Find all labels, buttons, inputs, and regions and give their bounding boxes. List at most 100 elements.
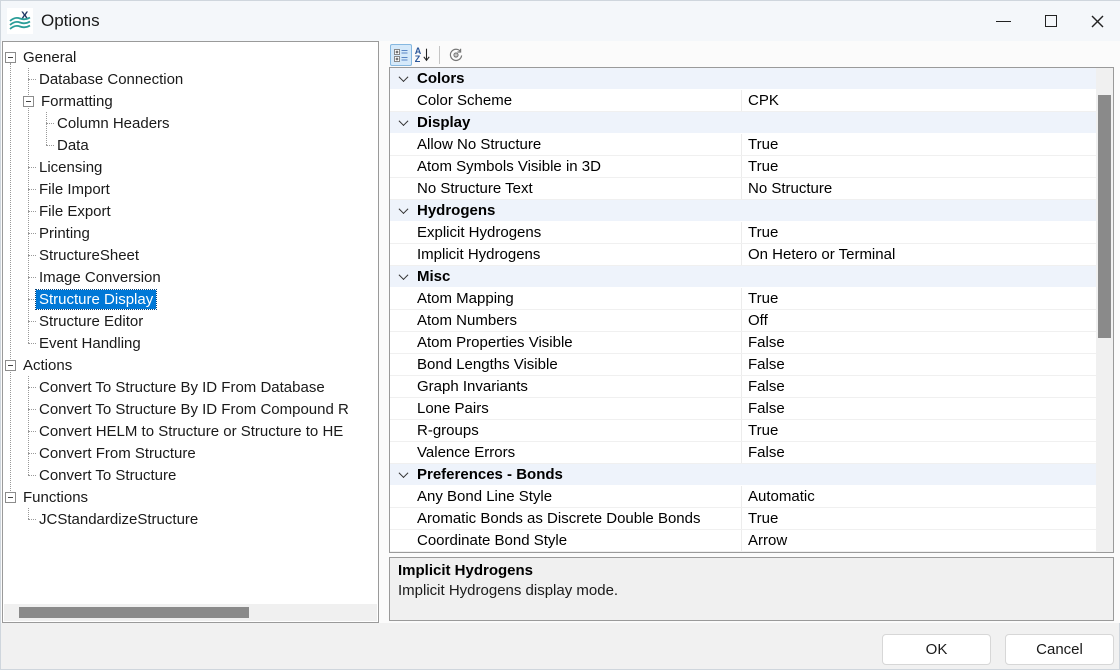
property-row-graph-invariants[interactable]: Graph InvariantsFalse xyxy=(390,376,1096,398)
property-value[interactable]: Arrow xyxy=(742,530,1096,551)
tree-connector xyxy=(28,299,36,300)
property-value[interactable]: False xyxy=(742,354,1096,375)
tree-item-image-conversion[interactable]: Image Conversion xyxy=(3,266,377,288)
tree-item-structure-display[interactable]: Structure Display xyxy=(3,288,377,310)
property-value[interactable]: True xyxy=(742,288,1096,309)
property-row-any-bond-line-style[interactable]: Any Bond Line StyleAutomatic xyxy=(390,486,1096,508)
tree-item-jcstandardizestructure[interactable]: JCStandardizeStructure xyxy=(3,508,377,530)
category-label: Colors xyxy=(417,68,465,89)
tree-item-formatting[interactable]: Formatting xyxy=(3,90,377,112)
chevron-down-icon[interactable] xyxy=(390,200,417,221)
tree-item-column-headers[interactable]: Column Headers xyxy=(3,112,377,134)
categorized-button[interactable] xyxy=(390,44,412,66)
property-value[interactable]: On Hetero or Terminal xyxy=(742,244,1096,265)
property-row-color-scheme[interactable]: Color SchemeCPK xyxy=(390,90,1096,112)
tree-connector xyxy=(28,277,36,278)
tree-horizontal-scrollbar-thumb[interactable] xyxy=(19,607,249,618)
property-grid: ColorsColor SchemeCPKDisplayAllow No Str… xyxy=(389,67,1114,553)
ok-button[interactable]: OK xyxy=(882,634,991,665)
alphabetical-sort-button[interactable]: A Z xyxy=(412,44,434,66)
tree-item-printing[interactable]: Printing xyxy=(3,222,377,244)
property-value[interactable]: True xyxy=(742,156,1096,177)
category-row-preferences-bonds[interactable]: Preferences - Bonds xyxy=(390,464,1096,486)
property-row-explicit-hydrogens[interactable]: Explicit HydrogensTrue xyxy=(390,222,1096,244)
tree-connector xyxy=(28,431,36,432)
tree-item-general[interactable]: General xyxy=(3,46,377,68)
property-row-no-structure-text[interactable]: No Structure TextNo Structure xyxy=(390,178,1096,200)
property-value[interactable]: False xyxy=(742,442,1096,463)
chevron-down-icon[interactable] xyxy=(390,112,417,133)
property-value[interactable]: True xyxy=(742,222,1096,243)
tree-item-data[interactable]: Data xyxy=(3,134,377,156)
property-value[interactable]: False xyxy=(742,332,1096,353)
collapse-toggle-icon[interactable] xyxy=(23,96,34,107)
tree-item-label: Database Connection xyxy=(36,70,186,89)
tree-item-licensing[interactable]: Licensing xyxy=(3,156,377,178)
tree-item-actions[interactable]: Actions xyxy=(3,354,377,376)
svg-text:X: X xyxy=(21,10,29,22)
collapse-toggle-icon[interactable] xyxy=(5,52,16,63)
options-tree: General Database ConnectionFormattingColu… xyxy=(3,46,377,530)
cancel-button[interactable]: Cancel xyxy=(1005,634,1114,665)
maximize-button[interactable] xyxy=(1027,1,1074,41)
options-tree-panel: General Database ConnectionFormattingColu… xyxy=(2,41,379,623)
property-value[interactable]: False xyxy=(742,376,1096,397)
tree-item-structuresheet[interactable]: StructureSheet xyxy=(3,244,377,266)
chevron-down-icon[interactable] xyxy=(390,464,417,485)
tree-item-functions[interactable]: Functions xyxy=(3,486,377,508)
property-row-aromatic-bonds-as-discrete-double-bonds[interactable]: Aromatic Bonds as Discrete Double BondsT… xyxy=(390,508,1096,530)
category-row-misc[interactable]: Misc xyxy=(390,266,1096,288)
reset-button[interactable] xyxy=(445,44,467,66)
tree-item-file-import[interactable]: File Import xyxy=(3,178,377,200)
property-value[interactable]: Off xyxy=(742,310,1096,331)
tree-item-convert-to-structure[interactable]: Convert To Structure xyxy=(3,464,377,486)
close-button[interactable] xyxy=(1074,1,1120,41)
grid-vertical-scrollbar[interactable] xyxy=(1096,68,1113,552)
tree-item-convert-from-structure[interactable]: Convert From Structure xyxy=(3,442,377,464)
tree-item-event-handling[interactable]: Event Handling xyxy=(3,332,377,354)
property-row-atom-properties-visible[interactable]: Atom Properties VisibleFalse xyxy=(390,332,1096,354)
tree-item-convert-to-structure-by-id-from-database[interactable]: Convert To Structure By ID From Database xyxy=(3,376,377,398)
description-panel: Implicit Hydrogens Implicit Hydrogens di… xyxy=(389,557,1114,621)
toolbar-separator xyxy=(439,46,440,64)
property-value[interactable]: True xyxy=(742,134,1096,155)
property-row-coordinate-bond-style[interactable]: Coordinate Bond StyleArrow xyxy=(390,530,1096,552)
app-icon: X xyxy=(7,8,33,34)
chevron-down-icon[interactable] xyxy=(390,266,417,287)
minimize-button[interactable] xyxy=(980,1,1027,41)
property-row-lone-pairs[interactable]: Lone PairsFalse xyxy=(390,398,1096,420)
property-row-atom-symbols-visible-in-3d[interactable]: Atom Symbols Visible in 3DTrue xyxy=(390,156,1096,178)
category-row-display[interactable]: Display xyxy=(390,112,1096,134)
minimize-icon xyxy=(996,21,1011,22)
property-value[interactable]: True xyxy=(742,508,1096,529)
grid-vertical-scrollbar-thumb[interactable] xyxy=(1098,95,1111,338)
tree-connector xyxy=(46,123,54,124)
property-row-atom-mapping[interactable]: Atom MappingTrue xyxy=(390,288,1096,310)
property-row-implicit-hydrogens[interactable]: Implicit HydrogensOn Hetero or Terminal xyxy=(390,244,1096,266)
tree-item-convert-helm-to-structure-or-structure-to-he[interactable]: Convert HELM to Structure or Structure t… xyxy=(3,420,377,442)
tree-item-structure-editor[interactable]: Structure Editor xyxy=(3,310,377,332)
chevron-down-icon[interactable] xyxy=(390,68,417,89)
chevron-glyph xyxy=(399,468,409,478)
collapse-toggle-icon[interactable] xyxy=(5,492,16,503)
reset-icon xyxy=(448,47,464,63)
property-value[interactable]: False xyxy=(742,398,1096,419)
category-row-colors[interactable]: Colors xyxy=(390,68,1096,90)
collapse-toggle-icon[interactable] xyxy=(5,360,16,371)
chevron-glyph xyxy=(399,72,409,82)
property-value[interactable]: CPK xyxy=(742,90,1096,111)
tree-item-database-connection[interactable]: Database Connection xyxy=(3,68,377,90)
property-value[interactable]: True xyxy=(742,420,1096,441)
tree-horizontal-scrollbar[interactable] xyxy=(4,604,377,621)
property-row-r-groups[interactable]: R-groupsTrue xyxy=(390,420,1096,442)
property-row-valence-errors[interactable]: Valence ErrorsFalse xyxy=(390,442,1096,464)
tree-item-convert-to-structure-by-id-from-compound-r[interactable]: Convert To Structure By ID From Compound… xyxy=(3,398,377,420)
property-row-bond-lengths-visible[interactable]: Bond Lengths VisibleFalse xyxy=(390,354,1096,376)
property-row-allow-no-structure[interactable]: Allow No StructureTrue xyxy=(390,134,1096,156)
tree-item-file-export[interactable]: File Export xyxy=(3,200,377,222)
property-row-atom-numbers[interactable]: Atom NumbersOff xyxy=(390,310,1096,332)
category-row-hydrogens[interactable]: Hydrogens xyxy=(390,200,1096,222)
property-value[interactable]: Automatic xyxy=(742,486,1096,507)
property-value[interactable]: No Structure xyxy=(742,178,1096,199)
tree-item-label: Convert HELM to Structure or Structure t… xyxy=(36,422,346,441)
